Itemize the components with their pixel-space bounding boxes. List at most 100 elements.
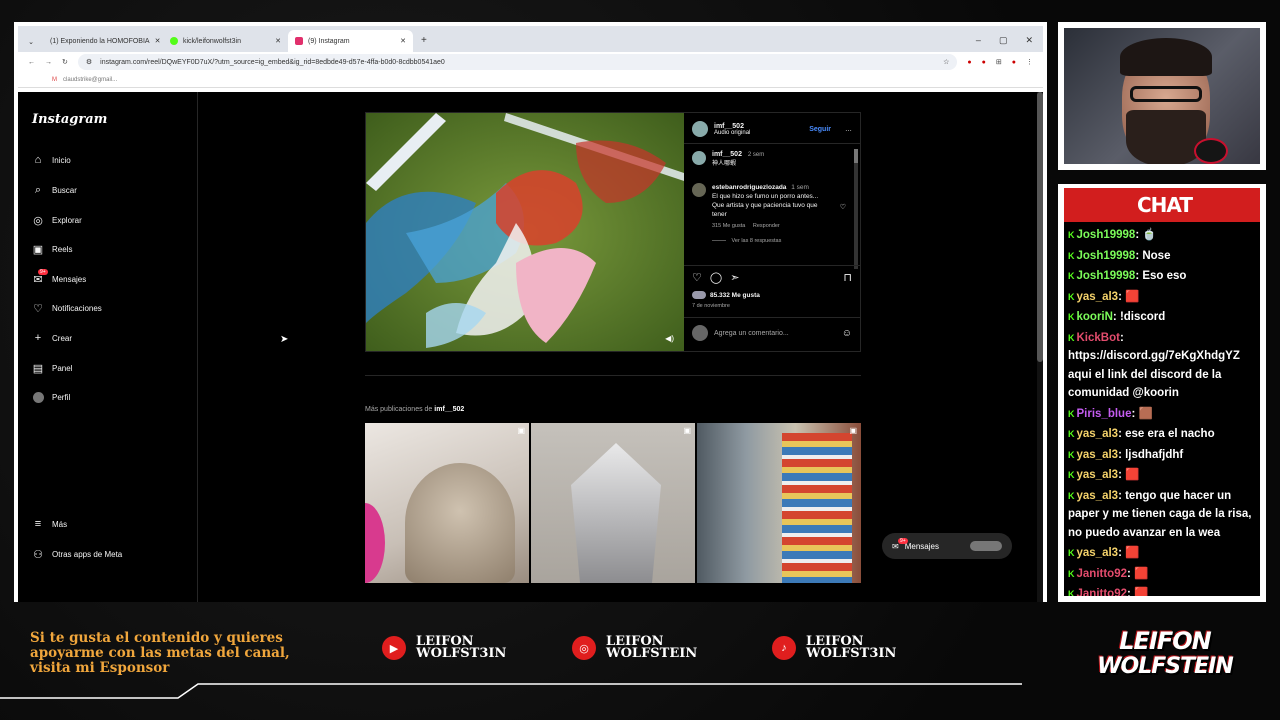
extension-icon[interactable]: ● bbox=[982, 59, 986, 66]
likes-count[interactable]: 85.332 Me gusta bbox=[710, 292, 760, 299]
social-tiktok[interactable]: ♪ LEIFON WOLFST3IN bbox=[772, 635, 896, 660]
comment-icon[interactable]: ◯ bbox=[710, 271, 722, 284]
new-tab-icon[interactable]: + bbox=[413, 35, 427, 52]
chat-message: Kyas_al3: ljsdhafjdhf bbox=[1068, 446, 1256, 465]
kick-badge-icon: K bbox=[1068, 449, 1075, 460]
comment-username[interactable]: estebanrodriguezlozada bbox=[712, 184, 786, 191]
follow-button[interactable]: Seguir bbox=[809, 126, 831, 133]
share-icon[interactable]: ➣ bbox=[730, 271, 739, 284]
menu-icon: ≡ bbox=[34, 518, 42, 530]
save-icon[interactable]: ⊓ bbox=[843, 271, 852, 284]
author-username[interactable]: imf__502 bbox=[714, 123, 750, 130]
kick-badge-icon: K bbox=[1068, 470, 1075, 480]
comment-row: estebanrodriguezlozada 1 sem El que hizo… bbox=[692, 183, 846, 246]
close-tab-icon[interactable]: ✕ bbox=[275, 37, 281, 45]
add-comment-input[interactable]: Agrega un comentario... bbox=[714, 330, 789, 337]
messages-pill[interactable]: ✉ 9+ Mensajes bbox=[882, 533, 1012, 559]
more-posts-grid: ▣ ▣ ▣ bbox=[365, 423, 861, 583]
like-icon[interactable]: ♡ bbox=[692, 271, 702, 284]
nav-reels[interactable]: ▣ Reels bbox=[32, 243, 73, 256]
chat-username[interactable]: yas_al3 bbox=[1077, 469, 1119, 481]
site-info-icon[interactable]: ⚙ bbox=[86, 58, 92, 66]
chat-message: K Josh19998: 🍵 bbox=[1068, 226, 1256, 245]
nav-inicio[interactable]: ⌂ Inicio bbox=[32, 154, 71, 166]
nav-mensajes[interactable]: ✉ 9+ Mensajes bbox=[32, 269, 86, 286]
more-posts-user[interactable]: imf__502 bbox=[434, 406, 464, 413]
brand-line2: WOLFSTEIN bbox=[1097, 654, 1234, 679]
chat-message: K Janitto92: 🟥 bbox=[1068, 585, 1256, 596]
extension-icon[interactable]: ● bbox=[967, 59, 971, 66]
chat-username[interactable]: yas_al3 bbox=[1077, 449, 1119, 461]
messages-icon: ✉ 9+ bbox=[892, 537, 908, 551]
url-field[interactable]: ⚙ instagram.com/reel/DQwEYF0D7uX/?utm_so… bbox=[77, 54, 958, 70]
extensions-puzzle-icon[interactable]: ⊞ bbox=[996, 58, 1002, 66]
caption-time: 2 sem bbox=[747, 152, 765, 158]
nav-crear[interactable]: + Crear bbox=[32, 332, 72, 344]
chat-username[interactable]: Janitto92 bbox=[1077, 568, 1128, 580]
nav-notificaciones[interactable]: ♡ Notificaciones bbox=[32, 302, 102, 315]
liker-avatars bbox=[692, 291, 706, 299]
tab-strip: ⌄ (1) Exponiendo la HOMOFOBIA ✕ kick/lei… bbox=[18, 26, 1043, 52]
url-text: instagram.com/reel/DQwEYF0D7uX/?utm_sour… bbox=[100, 58, 445, 66]
nav-perfil[interactable]: Perfil bbox=[32, 391, 70, 403]
close-window-icon[interactable]: ✕ bbox=[1025, 35, 1033, 46]
like-comment-icon[interactable]: ♡ bbox=[840, 183, 846, 246]
post-thumbnail-store[interactable]: ▣ bbox=[697, 423, 861, 583]
chat-username[interactable]: kooriN bbox=[1077, 311, 1113, 323]
browser-menu-icon[interactable]: ⋮ bbox=[1026, 58, 1033, 66]
profile-avatar[interactable]: ● bbox=[1012, 59, 1016, 66]
chat-panel: CHAT K Josh19998: 🍵 K Josh19998: Nose K Josh1… bbox=[1064, 188, 1260, 596]
emoji-icon[interactable]: ☺ bbox=[842, 328, 852, 339]
messages-pill-badge: 9+ bbox=[898, 537, 908, 544]
more-options-icon[interactable]: … bbox=[845, 126, 852, 133]
chat-username[interactable]: Josh19998 bbox=[1077, 250, 1136, 262]
mute-icon[interactable]: ◀) bbox=[665, 334, 674, 343]
social-instagram[interactable]: ◎ LEIFON WOLFSTEIN bbox=[572, 635, 697, 660]
page-scrollbar[interactable] bbox=[1037, 92, 1043, 602]
chat-username[interactable]: Josh19998 bbox=[1077, 270, 1136, 282]
view-replies-link[interactable]: Ver las 8 respuestas bbox=[732, 238, 782, 244]
tab-youtube[interactable]: (1) Exponiendo la HOMOFOBIA ✕ bbox=[38, 30, 163, 52]
tab-instagram[interactable]: (9) Instagram ✕ bbox=[288, 30, 413, 52]
nav-otras-apps[interactable]: ⚇ Otras apps de Meta bbox=[32, 548, 122, 561]
post-thumbnail-cat[interactable]: ▣ bbox=[365, 423, 529, 583]
chat-username[interactable]: KickBot bbox=[1077, 332, 1120, 344]
kick-badge-icon: K bbox=[1068, 408, 1075, 419]
chat-username[interactable]: Janitto92 bbox=[1077, 588, 1128, 596]
chat-username[interactable]: yas_al3 bbox=[1077, 490, 1119, 502]
instagram-sidebar: Instagram ⌂ Inicio ⌕ Buscar ◎ Explorar ▣… bbox=[18, 92, 198, 602]
caption-avatar[interactable] bbox=[692, 151, 706, 165]
reply-button[interactable]: Responder bbox=[753, 223, 780, 229]
minimize-icon[interactable]: – bbox=[976, 35, 981, 46]
tab-kick[interactable]: kick/leifonwolfst3in ✕ bbox=[163, 30, 288, 52]
chat-username[interactable]: yas_al3 bbox=[1077, 291, 1119, 303]
nav-panel[interactable]: ▤ Panel bbox=[32, 362, 73, 375]
chat-username[interactable]: yas_al3 bbox=[1077, 547, 1119, 559]
kick-badge-icon: K bbox=[1068, 332, 1075, 343]
reel-video[interactable]: ◀) bbox=[366, 113, 684, 351]
chat-username[interactable]: Josh19998 bbox=[1077, 229, 1136, 241]
reel-post: ◀) imf__502 Audio original Seguir … imf_… bbox=[365, 112, 861, 352]
tab-list-icon[interactable]: ⌄ bbox=[24, 38, 38, 52]
caption-username[interactable]: imf__502 bbox=[712, 151, 742, 158]
post-thumbnail-armored-cat[interactable]: ▣ bbox=[531, 423, 695, 583]
nav-mas[interactable]: ≡ Más bbox=[32, 518, 67, 530]
comments-scrollbar[interactable] bbox=[854, 149, 858, 269]
close-tab-icon[interactable]: ✕ bbox=[400, 37, 406, 45]
author-avatar[interactable] bbox=[692, 121, 708, 137]
chat-username[interactable]: Piris_blue bbox=[1077, 408, 1132, 420]
maximize-icon[interactable]: ▢ bbox=[999, 35, 1008, 46]
instagram-logo[interactable]: Instagram bbox=[32, 112, 107, 127]
star-icon[interactable]: ☆ bbox=[943, 58, 949, 66]
chat-username[interactable]: yas_al3 bbox=[1077, 428, 1119, 440]
nav-buscar[interactable]: ⌕ Buscar bbox=[32, 184, 77, 196]
nav-explorar[interactable]: ◎ Explorar bbox=[32, 214, 82, 227]
back-icon[interactable]: ← bbox=[28, 59, 35, 66]
reload-icon[interactable]: ↻ bbox=[62, 58, 68, 66]
comment-avatar[interactable] bbox=[692, 183, 706, 197]
close-tab-icon[interactable]: ✕ bbox=[155, 37, 161, 45]
forward-icon[interactable]: → bbox=[45, 59, 52, 66]
bookmark-gmail[interactable]: claudstrike@gmail... bbox=[63, 77, 117, 83]
audio-label[interactable]: Audio original bbox=[714, 130, 750, 136]
social-youtube[interactable]: ▶ LEIFON WOLFST3IN bbox=[382, 635, 506, 660]
